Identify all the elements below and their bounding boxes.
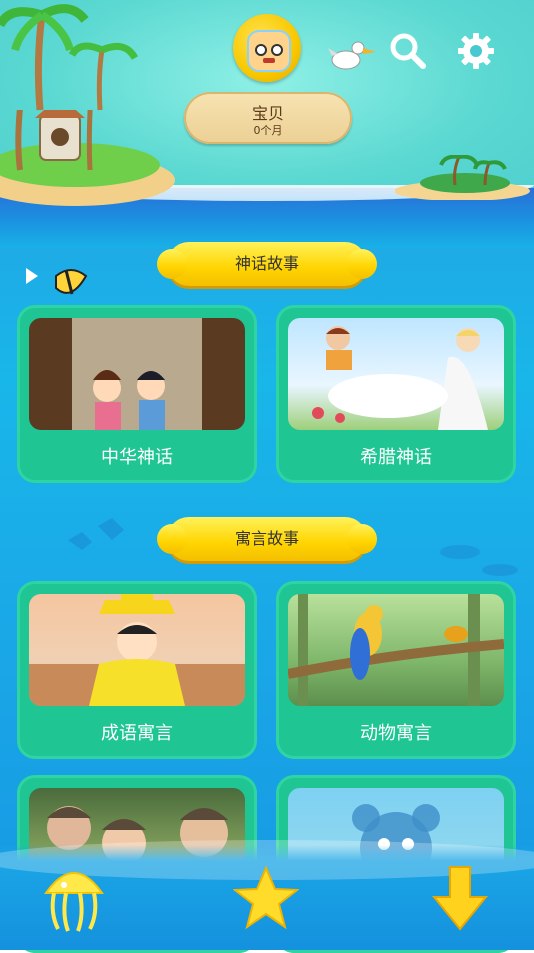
animal-fable-thumbnail: [288, 594, 504, 706]
tropical-fish-icon: [26, 268, 88, 295]
card-label: 成语寓言: [101, 723, 173, 744]
chinese-myth-thumbnail: [29, 318, 245, 430]
section-title-fables: 寓言故事: [157, 517, 377, 561]
card-chinese-myth[interactable]: 中华神话: [17, 305, 257, 483]
card-greek-myth[interactable]: 希腊神话: [276, 305, 516, 483]
jellyfish-icon[interactable]: [40, 863, 108, 933]
gear-icon[interactable]: [456, 31, 496, 71]
baby-name-board[interactable]: 宝贝 0个月: [184, 92, 352, 144]
search-icon[interactable]: [389, 32, 427, 70]
pelican-icon[interactable]: [328, 38, 376, 72]
palm-tree-illustration: [0, 4, 139, 111]
idiom-fable-thumbnail: [29, 594, 245, 706]
greek-myth-thumbnail: [288, 318, 504, 430]
card-label: 中华神话: [101, 447, 173, 468]
fish-school-icon: [440, 545, 518, 576]
card-animal-fable[interactable]: 动物寓言: [276, 581, 516, 759]
robot-avatar-icon: [247, 30, 291, 72]
card-idiom-fable[interactable]: 成语寓言: [17, 581, 257, 759]
left-island-illustration: [0, 110, 175, 206]
card-label: 动物寓言: [360, 723, 432, 744]
download-arrow-icon[interactable]: [432, 865, 488, 931]
baby-avatar[interactable]: [233, 14, 301, 82]
section-title-mythology: 神话故事: [157, 242, 377, 286]
card-label: 希腊神话: [360, 447, 432, 468]
fish-silhouette-icon: [68, 518, 124, 550]
star-icon[interactable]: [233, 866, 299, 930]
right-island-illustration: [395, 155, 530, 200]
baby-name: 宝贝: [251, 104, 284, 123]
baby-age: 0个月: [253, 124, 283, 137]
